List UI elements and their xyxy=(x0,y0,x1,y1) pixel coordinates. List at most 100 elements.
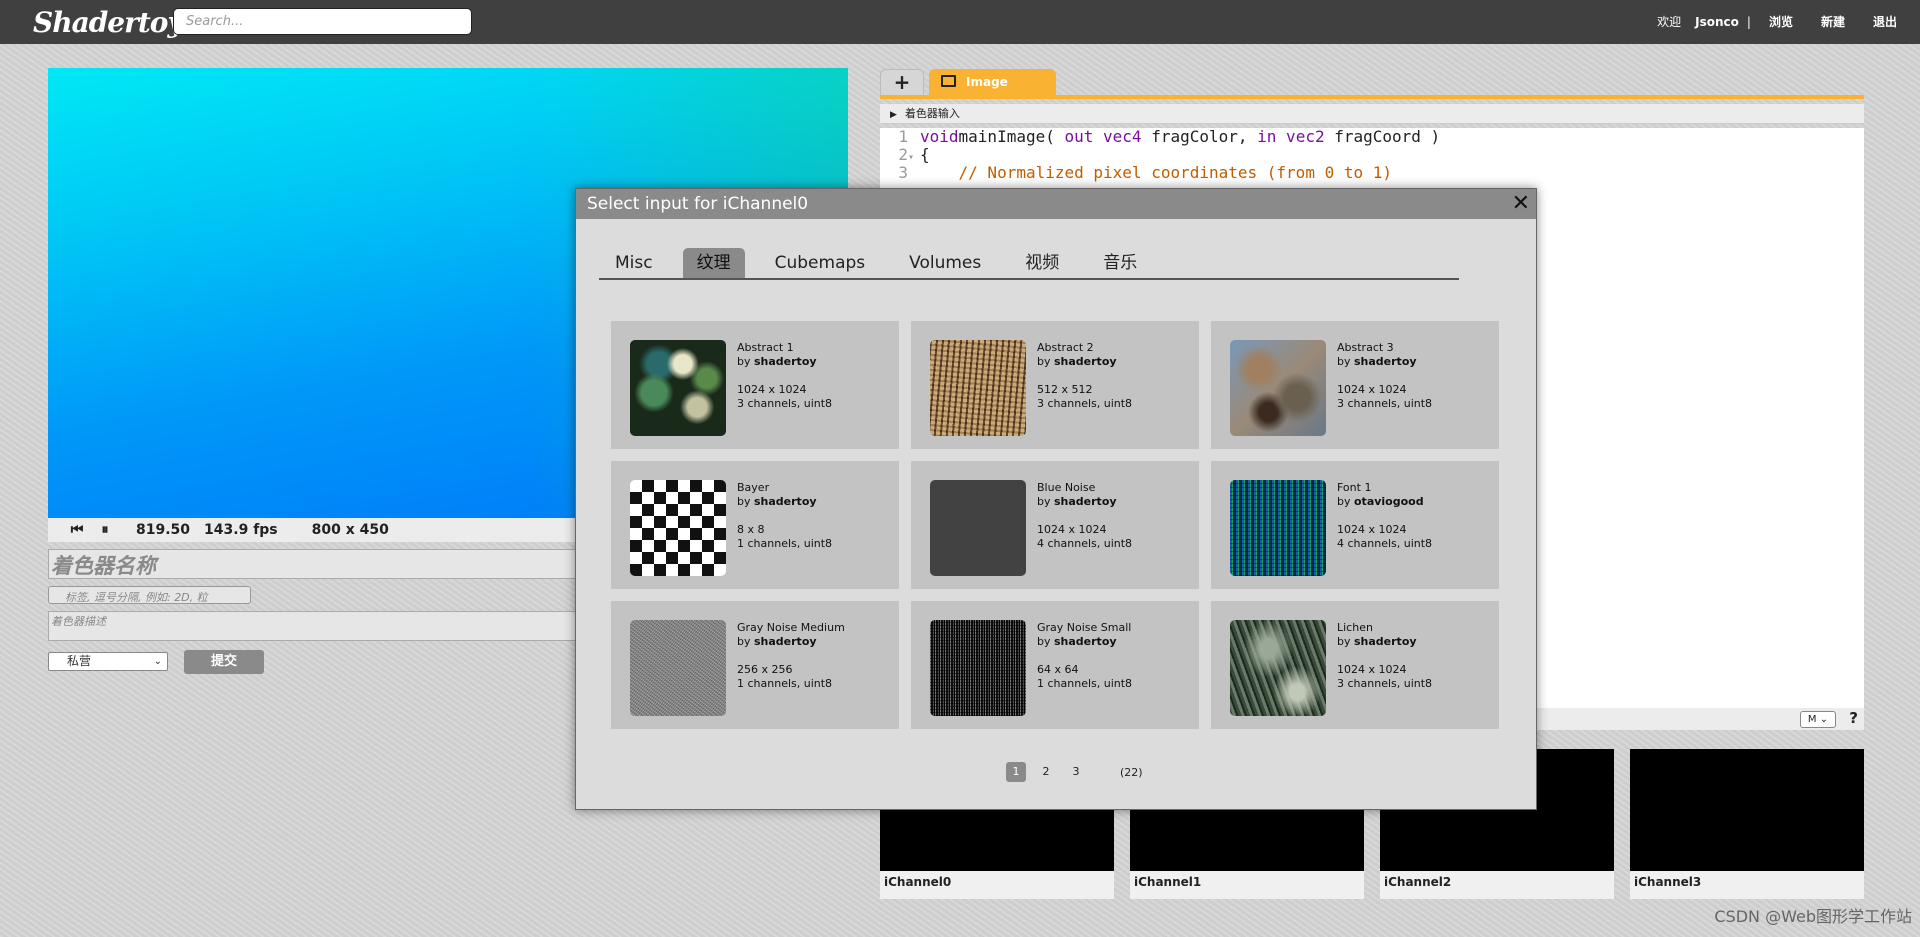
texture-card[interactable]: Font 1 by otaviogood 1024 x 1024 4 channels… xyxy=(1211,461,1499,589)
add-tab-button[interactable]: + xyxy=(880,69,924,96)
texture-info: Abstract 3 by shadertoy 1024 x 1024 3 chann… xyxy=(1337,341,1432,411)
texture-name: Abstract 2 xyxy=(1037,341,1094,354)
texture-name: Abstract 1 xyxy=(737,341,794,354)
tab-input-type[interactable]: Misc xyxy=(601,248,667,278)
by-label: by xyxy=(1337,355,1351,368)
texture-name: Gray Noise Small xyxy=(1037,621,1132,634)
submit-button[interactable]: 提交 xyxy=(184,650,264,674)
code-line[interactable]: 1 voidmainImage( out vec4 fragColor, in v… xyxy=(880,128,1864,146)
texture-thumbnail[interactable] xyxy=(1230,480,1326,576)
dialog-header: Select input for iChannel0 ✕ xyxy=(576,189,1536,219)
code-line[interactable]: 2▾{ xyxy=(880,146,1864,164)
by-label: by xyxy=(1337,495,1351,508)
texture-thumbnail[interactable] xyxy=(1230,340,1326,436)
texture-author[interactable]: shadertoy xyxy=(1354,355,1417,368)
browse-link[interactable]: 浏览 xyxy=(1769,13,1793,30)
texture-author[interactable]: shadertoy xyxy=(1054,495,1117,508)
channel-slot-3[interactable]: iChannel3 xyxy=(1630,749,1864,899)
texture-author[interactable]: shadertoy xyxy=(754,495,817,508)
texture-card[interactable]: Blue Noise by shadertoy 1024 x 1024 4 chann… xyxy=(911,461,1199,589)
tab-input-type[interactable]: 视频 xyxy=(1011,248,1073,278)
texture-thumbnail[interactable] xyxy=(630,340,726,436)
page-button[interactable]: 1 xyxy=(1006,762,1026,782)
channel-label: iChannel3 xyxy=(1630,871,1864,899)
username-link[interactable]: Jsonco xyxy=(1695,15,1739,29)
texture-thumbnail[interactable] xyxy=(930,620,1026,716)
texture-name: Font 1 xyxy=(1337,481,1372,494)
texture-card[interactable]: Abstract 2 by shadertoy 512 x 512 3 channel… xyxy=(911,321,1199,449)
tab-input-type[interactable]: Cubemaps xyxy=(761,248,880,278)
texture-author[interactable]: shadertoy xyxy=(1054,635,1117,648)
texture-dimensions: 1024 x 1024 xyxy=(1337,663,1407,676)
expand-triangle-icon: ▶ xyxy=(890,110,897,120)
texture-name: Bayer xyxy=(737,481,770,494)
shader-inputs-toggle[interactable]: ▶ 着色器输入 xyxy=(880,104,1864,124)
channel-preview[interactable] xyxy=(1630,749,1864,871)
by-label: by xyxy=(737,355,751,368)
tab-image-label: Image xyxy=(966,75,1008,89)
tab-input-type[interactable]: 纹理 xyxy=(682,248,745,278)
texture-dimensions: 256 x 256 xyxy=(737,663,793,676)
texture-card[interactable]: Gray Noise Small by shadertoy 64 x 64 1 cha… xyxy=(911,601,1199,729)
texture-author-line: by shadertoy xyxy=(1037,355,1132,369)
total-count: (22) xyxy=(1120,765,1143,779)
channel-label: iChannel0 xyxy=(880,871,1114,899)
texture-info: Lichen by shadertoy 1024 x 1024 3 channels,… xyxy=(1337,621,1432,691)
new-shader-link[interactable]: 新建 xyxy=(1821,13,1845,30)
texture-format: 1 channels, uint8 xyxy=(737,677,833,690)
rewind-icon[interactable]: ⏮ xyxy=(66,522,88,538)
by-label: by xyxy=(737,635,751,648)
texture-author[interactable]: otaviogood xyxy=(1354,495,1424,508)
texture-author[interactable]: shadertoy xyxy=(1354,635,1417,648)
help-button[interactable]: ? xyxy=(1849,709,1858,727)
texture-format: 3 channels, uint8 xyxy=(1337,677,1433,690)
tab-input-type[interactable]: Volumes xyxy=(895,248,995,278)
page-button[interactable]: 3 xyxy=(1066,762,1086,782)
pause-icon[interactable]: ⏸ xyxy=(94,522,116,538)
texture-thumbnail[interactable] xyxy=(630,620,726,716)
texture-thumbnail[interactable] xyxy=(1230,620,1326,716)
code-token: void xyxy=(920,127,959,146)
texture-thumbnail[interactable] xyxy=(930,340,1026,436)
texture-author-line: by shadertoy xyxy=(1337,635,1432,649)
texture-author[interactable]: shadertoy xyxy=(754,355,817,368)
tab-image[interactable]: Image xyxy=(929,69,1056,95)
search-input[interactable] xyxy=(173,8,472,35)
by-label: by xyxy=(737,495,751,508)
tab-underline xyxy=(880,95,1864,99)
close-icon[interactable]: ✕ xyxy=(1512,189,1530,219)
shadertoy-logo[interactable]: Shadertoy xyxy=(33,6,184,39)
tab-input-type[interactable]: 音乐 xyxy=(1089,248,1151,278)
texture-author-line: by shadertoy xyxy=(737,495,832,509)
page-button[interactable]: 2 xyxy=(1036,762,1056,782)
line-number: 3 xyxy=(898,163,908,182)
line-number: 1 xyxy=(898,127,908,146)
compile-mode-select[interactable]: M ⌄ xyxy=(1800,711,1836,728)
texture-format: 3 channels, uint8 xyxy=(1337,397,1433,410)
texture-format: 3 channels, uint8 xyxy=(737,397,833,410)
pagination: 1 2 3 (22) xyxy=(1006,762,1143,782)
logout-link[interactable]: 退出 xyxy=(1873,13,1897,30)
texture-author[interactable]: shadertoy xyxy=(754,635,817,648)
privacy-select[interactable]: 私营 ⌄ xyxy=(48,652,168,671)
texture-thumbnail[interactable] xyxy=(630,480,726,576)
code-token: in vec2 xyxy=(1257,127,1325,146)
texture-card[interactable]: Abstract 1 by shadertoy 1024 x 1024 3 chann… xyxy=(611,321,899,449)
texture-card[interactable]: Abstract 3 by shadertoy 1024 x 1024 3 chann… xyxy=(1211,321,1499,449)
texture-thumbnail[interactable] xyxy=(930,480,1026,576)
texture-format: 4 channels, uint8 xyxy=(1337,537,1433,550)
texture-author-line: by shadertoy xyxy=(1037,495,1132,509)
texture-format: 1 channels, uint8 xyxy=(1037,677,1133,690)
code-line[interactable]: 3 // Normalized pixel coordinates (from … xyxy=(880,164,1864,182)
by-label: by xyxy=(1337,635,1351,648)
texture-card[interactable]: Gray Noise Medium by shadertoy 256 x 256 1 … xyxy=(611,601,899,729)
line-number: 2 xyxy=(898,145,908,164)
texture-author[interactable]: shadertoy xyxy=(1054,355,1117,368)
texture-format: 1 channels, uint8 xyxy=(737,537,833,550)
texture-card[interactable]: Bayer by shadertoy 8 x 81 channels, uint8 xyxy=(611,461,899,589)
time-readout: 819.50 xyxy=(136,522,191,538)
texture-author-line: by shadertoy xyxy=(737,635,845,649)
texture-card[interactable]: Lichen by shadertoy 1024 x 1024 3 channels,… xyxy=(1211,601,1499,729)
tags-input[interactable]: 标签, 逗号分隔, 例如: 2D, 粒 xyxy=(48,586,251,604)
select-input-dialog: Select input for iChannel0 ✕ Misc 纹理 Cubem… xyxy=(575,188,1537,810)
